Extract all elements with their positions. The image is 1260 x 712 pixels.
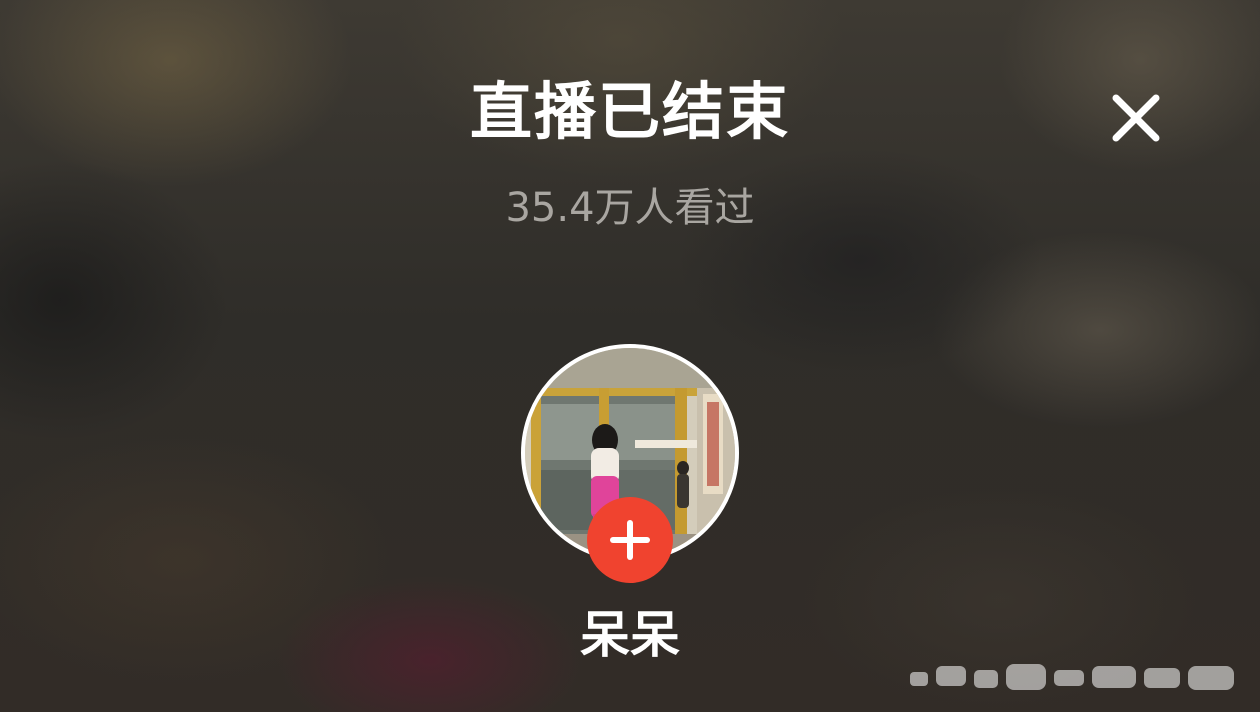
- plus-icon: [610, 520, 650, 560]
- page-title: 直播已结束: [469, 75, 790, 148]
- viewer-count: 35.4万人看过: [505, 185, 755, 231]
- streamer-name[interactable]: 呆呆: [0, 604, 1260, 666]
- close-icon: [1112, 94, 1160, 142]
- close-button[interactable]: [1104, 88, 1168, 152]
- follow-button[interactable]: [587, 497, 673, 583]
- watermark: [910, 664, 1234, 690]
- live-ended-screen: 直播已结束 35.4万人看过 呆呆: [0, 0, 1260, 712]
